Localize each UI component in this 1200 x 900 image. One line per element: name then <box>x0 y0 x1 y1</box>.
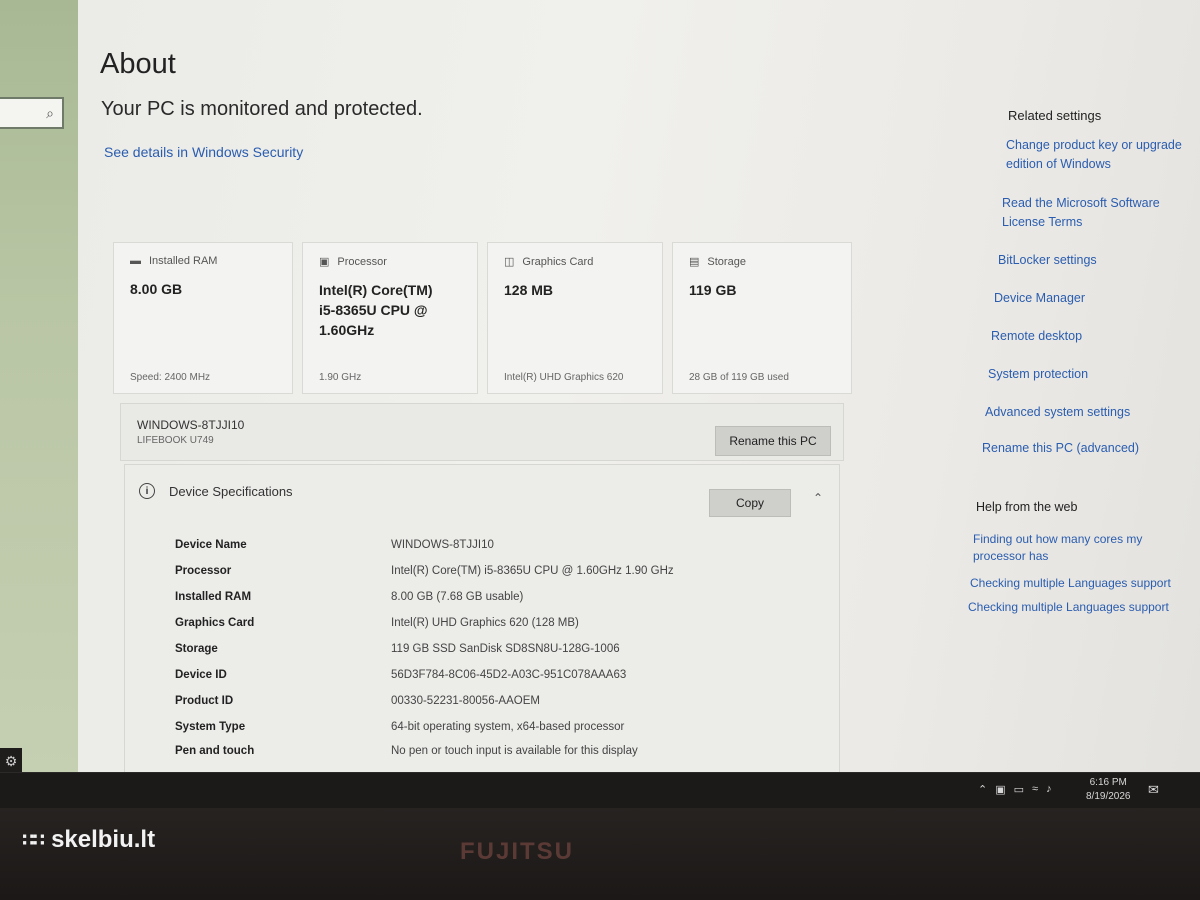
tile-footer: 28 GB of 119 GB used <box>689 372 789 383</box>
spec-row: Device Name WINDOWS-8TJJI10 <box>175 539 494 551</box>
page-title: About <box>100 48 176 80</box>
advanced-system-settings-link[interactable]: Advanced system settings <box>985 403 1130 422</box>
spec-value: WINDOWS-8TJJI10 <box>391 539 494 551</box>
pc-name-section: WINDOWS-8TJJI10 LIFEBOOK U749 Rename thi… <box>120 403 844 461</box>
spec-row: System Type 64-bit operating system, x64… <box>175 721 624 733</box>
tile-value: 128 MB <box>504 282 554 298</box>
pc-name: WINDOWS-8TJJI10 <box>137 418 245 432</box>
tile-label: Graphics Card <box>522 255 594 268</box>
search-input[interactable]: ⌕ <box>0 97 64 129</box>
battery-icon[interactable]: ▭ <box>1014 783 1024 796</box>
spec-label: Graphics Card <box>175 617 255 629</box>
installed-ram-tile: ▬ Installed RAM 8.00 GB Speed: 2400 MHz <box>113 242 293 394</box>
tile-value: Intel(R) Core(TM) i5-8365U CPU @ 1.60GHz <box>319 282 433 338</box>
help-link[interactable]: Checking multiple Languages support <box>968 598 1169 617</box>
clock-date: 8/19/2026 <box>1086 791 1131 802</box>
graphics-card-tile: ◫ Graphics Card 128 MB Intel(R) UHD Graph… <box>487 242 663 394</box>
spec-label: Pen and touch <box>175 745 255 757</box>
taskbar-clock[interactable]: 6:16 PM 8/19/2026 <box>1086 776 1131 804</box>
spec-value: 119 GB SSD SanDisk SD8SN8U-128G-1006 <box>391 643 620 655</box>
tile-footer: 1.90 GHz <box>319 372 362 383</box>
software-license-link[interactable]: Read the Microsoft Software License Term… <box>1002 194 1200 232</box>
network-icon[interactable]: ▣ <box>995 783 1005 796</box>
spec-label: Installed RAM <box>175 591 252 603</box>
device-specifications-header[interactable]: i Device Specifications <box>139 483 293 499</box>
remote-desktop-link[interactable]: Remote desktop <box>991 327 1082 346</box>
tile-footer: Speed: 2400 MHz <box>130 372 211 383</box>
ram-icon: ▬ <box>130 255 141 267</box>
spec-row: Product ID 00330-52231-80056-AAOEM <box>175 695 540 707</box>
device-specifications-title: Device Specifications <box>169 483 293 499</box>
help-from-web-heading: Help from the web <box>976 500 1078 514</box>
tile-value: 8.00 GB <box>130 281 183 297</box>
spec-row: Device ID 56D3F784-8C06-45D2-A03C-951C07… <box>175 669 626 681</box>
device-manager-link[interactable]: Device Manager <box>994 289 1085 308</box>
laptop-bezel <box>0 808 1200 900</box>
volume-icon[interactable]: ♪ <box>1046 783 1052 796</box>
tile-label: Processor <box>337 255 387 268</box>
watermark-text: skelbiu.lt <box>51 826 156 853</box>
spec-row: Installed RAM 8.00 GB (7.68 GB usable) <box>175 591 523 603</box>
spec-label: System Type <box>175 721 246 733</box>
spec-label: Device Name <box>175 539 247 551</box>
wifi-icon[interactable]: ≈ <box>1032 783 1038 796</box>
related-settings-heading: Related settings <box>1008 108 1102 123</box>
search-icon[interactable]: ⌕ <box>46 105 54 122</box>
storage-tile: ▤ Storage 119 GB 28 GB of 119 GB used <box>672 242 852 394</box>
change-product-key-link[interactable]: Change product key or upgrade edition of… <box>1006 136 1200 174</box>
spec-row: Graphics Card Intel(R) UHD Graphics 620 … <box>175 617 579 629</box>
info-icon: i <box>139 483 155 499</box>
spec-row: Processor Intel(R) Core(TM) i5-8365U CPU… <box>175 565 674 577</box>
spec-label: Product ID <box>175 695 234 707</box>
spec-value: Intel(R) Core(TM) i5-8365U CPU @ 1.60GHz… <box>391 565 674 577</box>
protection-status-text: Your PC is monitored and protected. <box>101 98 423 120</box>
chevron-up-icon[interactable]: ⌃ <box>978 783 987 796</box>
spec-value: Intel(R) UHD Graphics 620 (128 MB) <box>391 617 579 629</box>
brand-logo: FUJITSU <box>460 838 575 865</box>
copy-button[interactable]: Copy <box>709 489 791 517</box>
spec-row: Storage 119 GB SSD SanDisk SD8SN8U-128G-… <box>175 643 620 655</box>
chevron-up-icon[interactable]: ⌃ <box>813 491 823 505</box>
device-specifications-panel: i Device Specifications Copy ⌃ Device Na… <box>124 464 840 772</box>
settings-window: ⌕ About Your PC is monitored and protect… <box>0 0 1200 772</box>
spec-value: 00330-52231-80056-AAOEM <box>391 695 540 707</box>
spec-value: 64-bit operating system, x64-based proce… <box>391 721 625 733</box>
tile-label: Storage <box>707 255 746 268</box>
tile-value: 119 GB <box>689 282 737 298</box>
processor-tile: ▣ Processor Intel(R) Core(TM) i5-8365U CP… <box>302 242 478 394</box>
processor-icon: ▣ <box>319 256 330 268</box>
help-link[interactable]: Checking multiple Languages support <box>970 574 1171 593</box>
pc-model: LIFEBOOK U749 <box>137 435 214 446</box>
windows-security-link[interactable]: See details in Windows Security <box>104 144 303 160</box>
help-link[interactable]: Finding out how many cores my processor … <box>973 531 1173 565</box>
rename-pc-button[interactable]: Rename this PC <box>715 426 831 456</box>
spec-label: Storage <box>175 643 218 655</box>
rename-pc-advanced-link[interactable]: Rename this PC (advanced) <box>982 439 1139 458</box>
watermark-dots-icon: ∷∷ <box>22 829 45 850</box>
bitlocker-settings-link[interactable]: BitLocker settings <box>998 251 1097 270</box>
spec-value: 8.00 GB (7.68 GB usable) <box>391 591 524 603</box>
clock-time: 6:16 PM <box>1089 777 1127 788</box>
gear-icon[interactable]: ⚙ <box>0 748 22 774</box>
notification-icon[interactable]: ✉ <box>1148 782 1159 798</box>
graphics-card-icon: ◫ <box>504 256 515 268</box>
spec-label: Processor <box>175 565 232 577</box>
watermark: ∷∷ skelbiu.lt <box>22 826 155 854</box>
tile-label: Installed RAM <box>149 255 218 267</box>
storage-icon: ▤ <box>689 256 700 268</box>
spec-row: Pen and touch No pen or touch input is a… <box>175 745 638 757</box>
spec-value: 56D3F784-8C06-45D2-A03C-951C078AAA63 <box>391 669 627 681</box>
tile-footer: Intel(R) UHD Graphics 620 <box>504 372 624 383</box>
spec-label: Device ID <box>175 669 227 681</box>
system-tray: ⌃ ▣ ▭ ≈ ♪ <box>978 783 1052 796</box>
spec-value: No pen or touch input is available for t… <box>391 745 638 757</box>
system-protection-link[interactable]: System protection <box>988 365 1088 384</box>
